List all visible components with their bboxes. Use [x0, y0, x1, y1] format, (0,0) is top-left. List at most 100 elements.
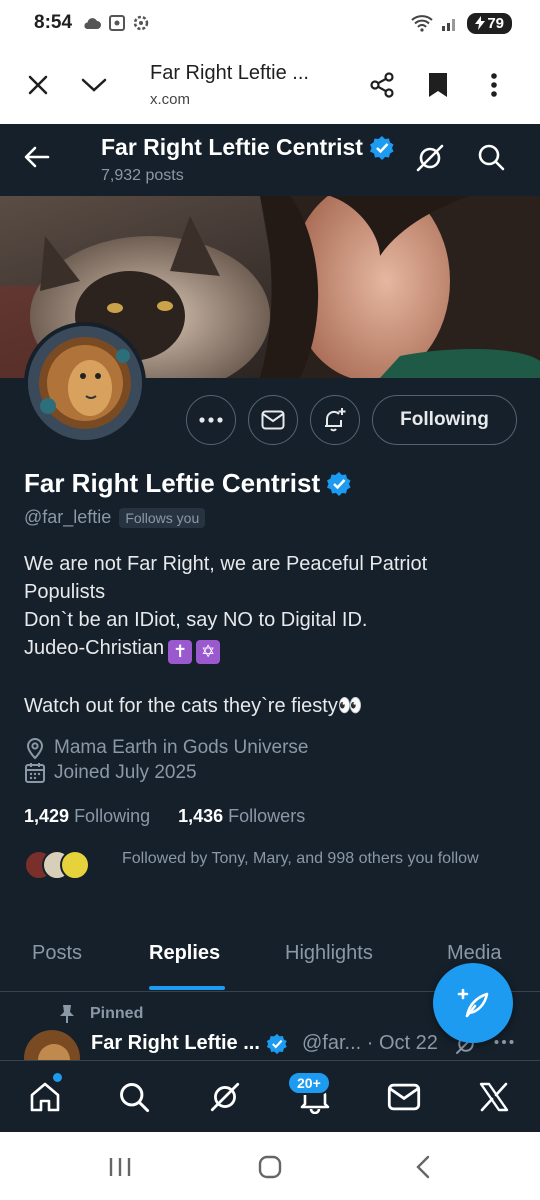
profile-stats: 1,429 Following 1,436 Followers [24, 806, 305, 827]
following-button[interactable]: Following [372, 395, 517, 445]
grok-button[interactable] [414, 142, 446, 179]
tab-replies[interactable]: Replies [149, 942, 220, 965]
pinned-indicator: Pinned [58, 1004, 143, 1024]
browser-url: x.com [150, 91, 191, 108]
cross-emoji: ✝ [168, 640, 193, 664]
bio-line: We are not Far Right, we are Peaceful Pa… [24, 553, 428, 575]
envelope-icon [261, 410, 285, 430]
bookmark-button[interactable] [418, 65, 458, 105]
tab-posts[interactable]: Posts [32, 942, 82, 965]
bio-line: Watch out for the cats they`re fiesty👀 [24, 695, 363, 717]
following-stat[interactable]: 1,429 Following [24, 806, 150, 827]
post-author[interactable]: Far Right Leftie ... [91, 1032, 288, 1055]
profile-header-title: Far Right Leftie Centrist [101, 134, 395, 161]
location-pin-icon [26, 738, 44, 760]
nav-grok[interactable] [205, 1077, 245, 1117]
bio-line-text: Judeo-Christian [24, 637, 165, 659]
charging-icon [475, 16, 486, 30]
post-author-name: Far Right Leftie ... [91, 1032, 260, 1054]
cloud-icon [84, 18, 102, 29]
chevron-down-icon [81, 78, 107, 92]
post-more-button[interactable] [494, 1032, 514, 1057]
browser-menu-button[interactable] [474, 65, 514, 105]
chevron-left-icon [416, 1155, 430, 1179]
profile-bio: We are not Far Right, we are Peaceful Pa… [24, 550, 514, 720]
battery-level: 79 [487, 14, 504, 32]
screenshot-icon [109, 15, 126, 31]
x-logo-icon [479, 1082, 509, 1112]
compose-post-button[interactable] [433, 963, 513, 1043]
more-options-button[interactable] [186, 395, 236, 445]
verified-badge-icon [327, 471, 351, 496]
status-icons [82, 14, 150, 32]
profile-name: Far Right Leftie Centrist [24, 468, 352, 499]
browser-page-title: Far Right Leftie ... [150, 62, 309, 84]
battery-indicator: 79 [467, 12, 512, 34]
home-circle-icon [258, 1155, 282, 1179]
minimize-button[interactable] [74, 65, 114, 105]
bio-line [24, 664, 514, 692]
followers-stat[interactable]: 1,436 Followers [178, 806, 305, 827]
wifi-icon [411, 15, 433, 32]
verified-badge-icon [266, 1033, 287, 1054]
arrow-left-icon [24, 146, 50, 168]
followed-by-text: Followed by Tony, Mary, and 998 others y… [122, 850, 479, 867]
pin-icon [60, 1005, 74, 1023]
followed-by-avatars [24, 848, 94, 880]
envelope-icon [387, 1083, 421, 1111]
status-time: 8:54 [34, 12, 73, 33]
close-icon [28, 75, 48, 95]
bookmark-icon [429, 73, 447, 97]
back-system-button[interactable] [408, 1152, 438, 1182]
grok-icon [416, 144, 444, 172]
notification-count-badge: 20+ [287, 1071, 331, 1095]
search-icon [478, 144, 505, 171]
recent-apps-button[interactable] [105, 1152, 135, 1182]
location-text: Mama Earth in Gods Universe [54, 737, 309, 758]
profile-avatar[interactable] [24, 322, 146, 444]
status-bar: 8:54 79 [0, 0, 540, 46]
profile-handle: @far_leftie [24, 507, 112, 527]
nav-home[interactable] [25, 1077, 65, 1117]
calendar-icon [25, 763, 45, 783]
nav-x-premium[interactable] [474, 1077, 514, 1117]
following-count: 1,429 [24, 806, 70, 826]
nav-messages[interactable] [384, 1077, 424, 1117]
recent-apps-icon [109, 1158, 131, 1176]
feather-plus-icon [457, 988, 489, 1018]
pinned-label: Pinned [90, 1005, 144, 1022]
nav-search[interactable] [114, 1077, 154, 1117]
post-handle-date: @far... · Oct 22 [302, 1032, 438, 1054]
followers-count: 1,436 [178, 806, 224, 826]
back-button[interactable] [22, 142, 52, 177]
profile-joined: Joined July 2025 [24, 762, 197, 784]
handle-row: @far_leftie Follows you [24, 507, 206, 528]
share-button[interactable] [362, 65, 402, 105]
share-icon [370, 72, 394, 98]
home-button[interactable] [255, 1152, 285, 1182]
bio-line: Populists [24, 581, 106, 603]
tab-highlights[interactable]: Highlights [285, 942, 373, 965]
close-tab-button[interactable] [18, 65, 58, 105]
bio-line: Don`t be an IDiot, say NO to Digital ID. [24, 609, 368, 631]
avatar [60, 850, 90, 880]
bio-line-with-emoji: Judeo-Christian ✝ ✡ [24, 634, 514, 664]
message-button[interactable] [248, 395, 298, 445]
star-of-david-emoji: ✡ [196, 640, 221, 664]
more-horizontal-icon [199, 417, 223, 423]
signal-icon [442, 19, 456, 31]
browser-toolbar: Far Right Leftie ... x.com [0, 46, 540, 124]
profile-search-button[interactable] [476, 142, 506, 177]
tab-media[interactable]: Media [447, 942, 501, 965]
profile-post-count: 7,932 posts [101, 167, 184, 184]
followers-label: Followers [228, 806, 306, 826]
settings-icon [133, 15, 149, 31]
grok-icon [210, 1082, 240, 1112]
profile-name-text: Far Right Leftie Centrist [24, 468, 321, 498]
browser-titles: Far Right Leftie ... x.com [150, 62, 340, 108]
search-icon [120, 1083, 150, 1113]
system-navigation-bar [0, 1132, 540, 1200]
profile-header-name: Far Right Leftie Centrist [101, 134, 363, 160]
followed-by[interactable]: Followed by Tony, Mary, and 998 others y… [24, 848, 510, 880]
subscribe-notifications-button[interactable] [310, 395, 360, 445]
